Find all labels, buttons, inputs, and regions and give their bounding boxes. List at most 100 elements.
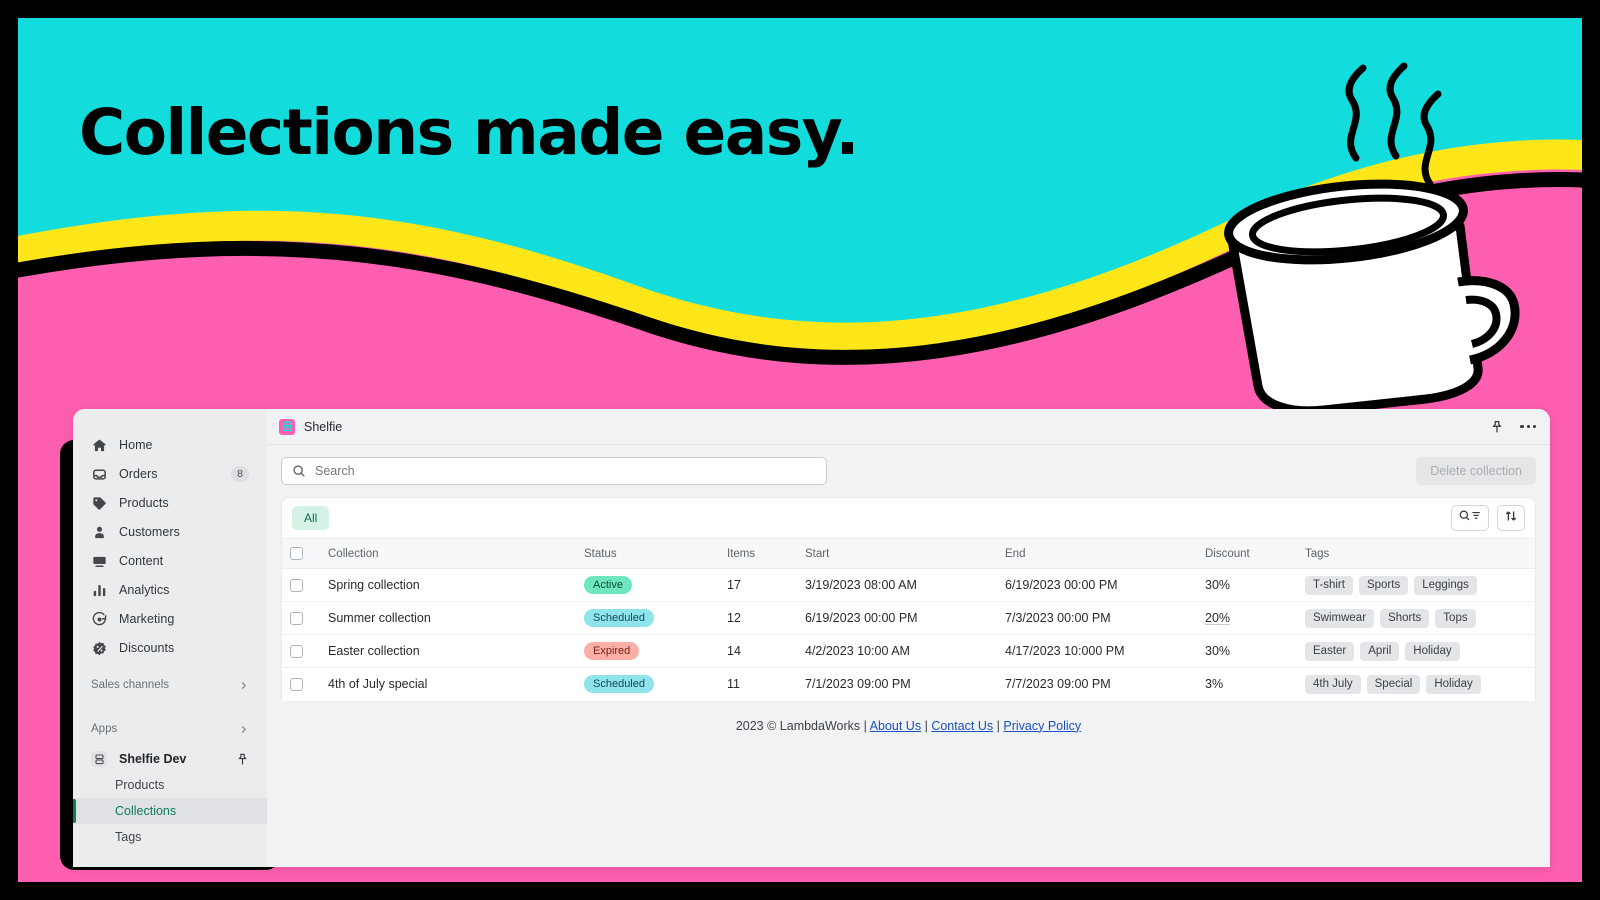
row-checkbox[interactable]	[290, 578, 303, 592]
cell-start: 6/19/2023 00:00 PM	[797, 601, 997, 635]
sidebar-item-products[interactable]: Products	[83, 491, 257, 515]
discount-value: 3%	[1205, 677, 1224, 692]
cell-tags: Easter April Holiday	[1297, 634, 1535, 668]
sidebar-item-app-tags[interactable]: Tags	[73, 824, 267, 850]
sidebar-subitem-label: Products	[115, 778, 165, 792]
panel-empty-space	[267, 732, 1550, 867]
sidebar-section-apps[interactable]: Apps	[83, 718, 257, 740]
cell-start: 4/2/2023 10:00 AM	[797, 634, 997, 668]
sidebar-item-label: Marketing	[119, 611, 175, 626]
sidebar-item-discounts[interactable]: Discounts	[83, 636, 257, 660]
footer-link-contact-us[interactable]: Contact Us	[931, 719, 993, 733]
cell-end: 7/3/2023 00:00 PM	[997, 601, 1197, 635]
sidebar-item-orders[interactable]: Orders 8	[83, 462, 257, 486]
megaphone-icon	[91, 611, 107, 627]
app-titlebar: Shelfie	[267, 409, 1550, 445]
row-select-cell[interactable]	[282, 601, 320, 635]
cell-discount: 30%	[1197, 634, 1297, 668]
row-select-cell[interactable]	[282, 568, 320, 602]
cell-status: Active	[576, 568, 719, 602]
column-header-discount[interactable]: Discount	[1197, 538, 1297, 569]
row-checkbox[interactable]	[290, 644, 303, 658]
cell-items: 12	[719, 601, 797, 635]
main-content: Shelfie Delete collection	[267, 409, 1550, 867]
pin-icon[interactable]	[1490, 420, 1504, 434]
sidebar-item-app-products[interactable]: Products	[73, 772, 267, 798]
search-filter-button[interactable]	[1451, 505, 1489, 531]
cell-end: 6/19/2023 00:00 PM	[997, 568, 1197, 602]
cell-status: Scheduled	[576, 668, 719, 701]
table-tools	[1451, 505, 1525, 531]
ellipsis-icon[interactable]	[1520, 424, 1536, 429]
sidebar-item-customers[interactable]: Customers	[83, 520, 257, 544]
tab-all[interactable]: All	[292, 506, 330, 530]
inbox-icon	[91, 466, 107, 482]
footer-link-privacy-policy[interactable]: Privacy Policy	[1003, 719, 1081, 733]
table-body: Spring collection Active 17 3/19/2023 08:00…	[282, 568, 1535, 701]
select-all-cell[interactable]	[282, 538, 320, 569]
sidebar-subitem-label: Tags	[115, 830, 142, 844]
tag-chip[interactable]: Leggings	[1414, 575, 1477, 595]
column-header-status[interactable]: Status	[576, 538, 719, 569]
titlebar-actions	[1490, 420, 1536, 434]
column-header-collection[interactable]: Collection	[320, 538, 576, 569]
sidebar-item-home[interactable]: Home	[83, 433, 257, 457]
search-filter-icon	[1458, 509, 1482, 527]
tag-chip[interactable]: Tops	[1435, 608, 1476, 628]
footer-link-about-us[interactable]: About Us	[870, 719, 921, 733]
page-title: Collections made easy.	[79, 96, 859, 169]
tag-chip[interactable]: Swimwear	[1305, 608, 1375, 628]
cell-discount: 20%	[1197, 601, 1297, 635]
tag-chip[interactable]: Easter	[1305, 641, 1355, 661]
sidebar-app-shelfie-dev[interactable]: Shelfie Dev	[83, 746, 257, 772]
sidebar-section-sales-channels[interactable]: Sales channels	[83, 674, 257, 696]
search-icon	[292, 464, 306, 478]
table-row[interactable]: 4th of July special Scheduled 11 7/1/2023 …	[282, 668, 1535, 701]
chevron-right-icon	[238, 680, 249, 691]
tag-chip[interactable]: 4th July	[1305, 674, 1361, 694]
tag-chip[interactable]: April	[1360, 641, 1400, 661]
sidebar-item-app-collections[interactable]: Collections	[73, 798, 267, 824]
footer-copyright: 2023 © LambdaWorks	[735, 718, 861, 733]
delete-collection-button[interactable]: Delete collection	[1416, 457, 1536, 485]
sidebar-item-content[interactable]: Content	[83, 549, 257, 573]
sort-button[interactable]	[1497, 505, 1525, 531]
select-all-checkbox[interactable]	[290, 547, 303, 560]
column-header-end[interactable]: End	[997, 538, 1197, 569]
cell-collection-name: Summer collection	[320, 601, 576, 635]
sidebar-item-analytics[interactable]: Analytics	[83, 578, 257, 602]
table-row[interactable]: Easter collection Expired 14 4/2/2023 10:00…	[282, 634, 1535, 668]
table-row[interactable]: Summer collection Scheduled 12 6/19/2023 00…	[282, 601, 1535, 635]
cell-start: 3/19/2023 08:00 AM	[797, 568, 997, 602]
filter-tabs-row: All	[282, 498, 1535, 538]
table-row[interactable]: Spring collection Active 17 3/19/2023 08:00…	[282, 568, 1535, 602]
cell-discount: 3%	[1197, 668, 1297, 701]
row-select-cell[interactable]	[282, 634, 320, 668]
tag-chip[interactable]: Shorts	[1380, 608, 1430, 628]
app-title: Shelfie	[304, 419, 343, 434]
column-header-tags[interactable]: Tags	[1297, 538, 1535, 569]
search-input[interactable]	[315, 464, 816, 478]
cell-end: 4/17/2023 10:000 PM	[997, 634, 1197, 668]
tag-chip[interactable]: Special	[1366, 674, 1421, 694]
sidebar-item-label: Discounts	[119, 640, 175, 655]
tag-chip[interactable]: T-shirt	[1305, 575, 1353, 595]
tag-chip[interactable]: Sports	[1358, 575, 1409, 595]
search-input-wrapper[interactable]	[281, 457, 827, 485]
cell-tags: 4th July Special Holiday	[1297, 668, 1535, 701]
row-checkbox[interactable]	[290, 611, 303, 625]
column-header-start[interactable]: Start	[797, 538, 997, 569]
tag-icon	[91, 495, 107, 511]
cell-tags: T-shirt Sports Leggings	[1297, 568, 1535, 602]
pin-icon[interactable]	[236, 753, 249, 766]
tag-chip[interactable]: Holiday	[1426, 674, 1481, 694]
row-select-cell[interactable]	[282, 668, 320, 701]
sidebar-app-label: Shelfie Dev	[119, 752, 187, 766]
column-header-items[interactable]: Items	[719, 538, 797, 569]
sidebar-item-marketing[interactable]: Marketing	[83, 607, 257, 631]
sidebar-item-label: Products	[119, 495, 169, 510]
chevron-right-icon	[238, 724, 249, 735]
tag-chip[interactable]: Holiday	[1405, 641, 1460, 661]
sidebar-item-label: Customers	[119, 524, 180, 539]
row-checkbox[interactable]	[290, 677, 303, 691]
